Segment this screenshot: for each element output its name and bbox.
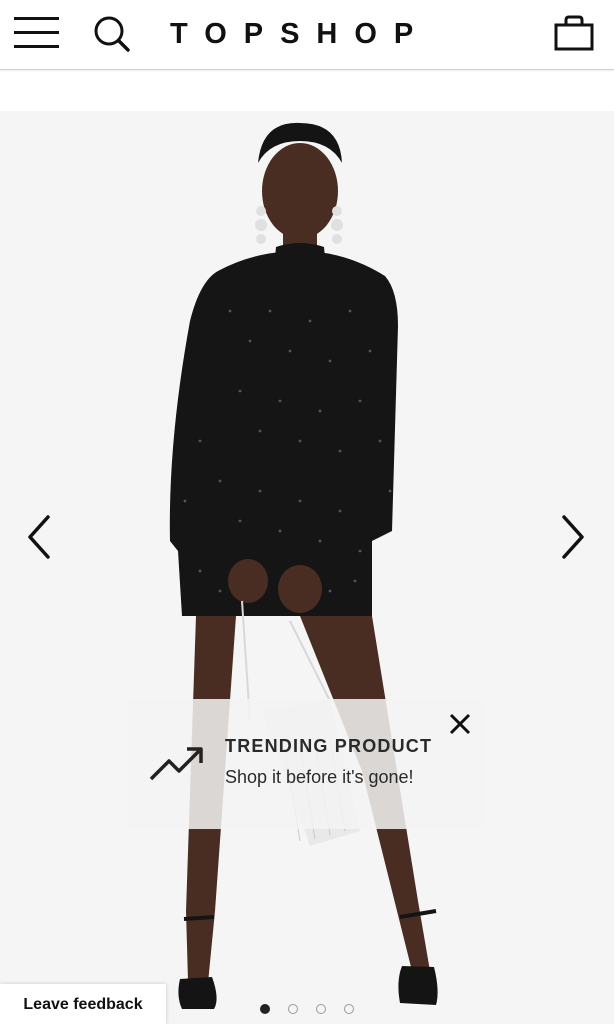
toast-close-button[interactable] — [447, 711, 473, 737]
toast-title: TRENDING PRODUCT — [225, 736, 433, 756]
trending-up-icon — [149, 743, 205, 783]
menu-button[interactable] — [14, 16, 60, 50]
next-image-button[interactable] — [552, 509, 592, 565]
pagination-dot-3[interactable] — [316, 1004, 326, 1014]
previous-image-button[interactable] — [20, 509, 60, 565]
hamburger-menu-icon — [14, 17, 59, 48]
chevron-left-icon — [28, 515, 50, 559]
pagination-dot-4[interactable] — [344, 1004, 354, 1014]
product-photo — [169, 122, 438, 1009]
product-page: TOPSHOP TRENDING PRODUCT Shop it before … — [0, 0, 614, 1024]
brand-logo[interactable]: TOPSHOP — [170, 14, 450, 54]
trending-product-toast: TRENDING PRODUCT Shop it before it's gon… — [127, 699, 486, 829]
leave-feedback-button[interactable]: Leave feedback — [0, 984, 166, 1024]
close-icon — [449, 713, 471, 735]
pagination-dot-2[interactable] — [288, 1004, 298, 1014]
product-image-gallery[interactable]: TRENDING PRODUCT Shop it before it's gon… — [0, 111, 614, 1024]
search-button[interactable] — [92, 14, 132, 54]
image-pagination — [258, 1003, 358, 1017]
toast-subtitle: Shop it before it's gone! — [225, 767, 414, 787]
site-header: TOPSHOP — [0, 0, 614, 70]
shopping-bag-button[interactable] — [552, 14, 596, 54]
search-icon — [94, 16, 130, 52]
chevron-right-icon — [562, 515, 584, 559]
pagination-dot-1[interactable] — [260, 1004, 270, 1014]
shopping-bag-icon — [554, 15, 594, 51]
